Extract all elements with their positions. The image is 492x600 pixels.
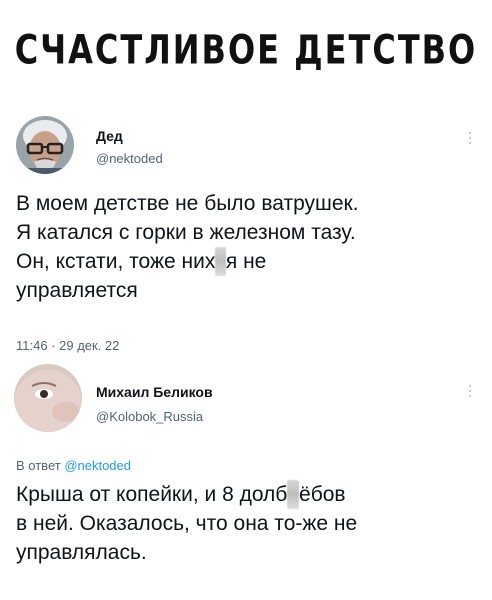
reply-prefix: В ответ: [16, 458, 65, 473]
text-fragment: Крыша от копейки, и 8 долб: [16, 483, 288, 506]
tweet-text-line: Крыша от копейки, и 8 долбоёбов: [16, 480, 357, 509]
page-title: СЧАСТЛИВОЕ ДЕТСТВО: [14, 26, 478, 74]
man-avatar-icon: [14, 364, 82, 432]
avatar[interactable]: [16, 116, 74, 174]
text-fragment: я не: [225, 250, 267, 273]
author-handle[interactable]: @nektoded: [96, 151, 163, 166]
tweet-text-line: Я катался с горки в железном тазу.: [16, 221, 356, 244]
censored-letter: у: [215, 247, 226, 276]
tweet-text: В моем детстве не было ватрушек. Я катал…: [16, 189, 359, 305]
text-fragment: Он, кстати, тоже них: [16, 250, 216, 273]
censored-letter: о: [287, 480, 300, 509]
tweet-text-line: Он, кстати, тоже нихуя не: [16, 247, 359, 276]
tweet-text-line: управлялась.: [16, 541, 147, 564]
tweet-text-line: в ней. Оказалось, что она то-же не: [16, 512, 358, 535]
author-name[interactable]: Дед: [96, 128, 123, 144]
author-handle[interactable]: @Kolobok_Russia: [96, 409, 203, 424]
text-fragment: ёбов: [299, 483, 346, 506]
avatar[interactable]: [14, 364, 82, 432]
reply-context: В ответ @nektoded: [16, 458, 131, 473]
author-name[interactable]: Михаил Беликов: [96, 384, 213, 400]
tweet-timestamp[interactable]: 11:46 · 29 дек. 22: [16, 338, 119, 353]
more-options-icon[interactable]: [469, 132, 472, 147]
more-options-icon[interactable]: [469, 385, 472, 400]
tweet-text-line: управляется: [16, 279, 138, 302]
tweet-text-line: В моем детстве не было ватрушек.: [16, 192, 359, 215]
reply-handle-link[interactable]: @nektoded: [64, 458, 131, 473]
tweet-text: Крыша от копейки, и 8 долбоёбов в ней. О…: [16, 480, 357, 567]
old-man-avatar-icon: [16, 116, 74, 174]
